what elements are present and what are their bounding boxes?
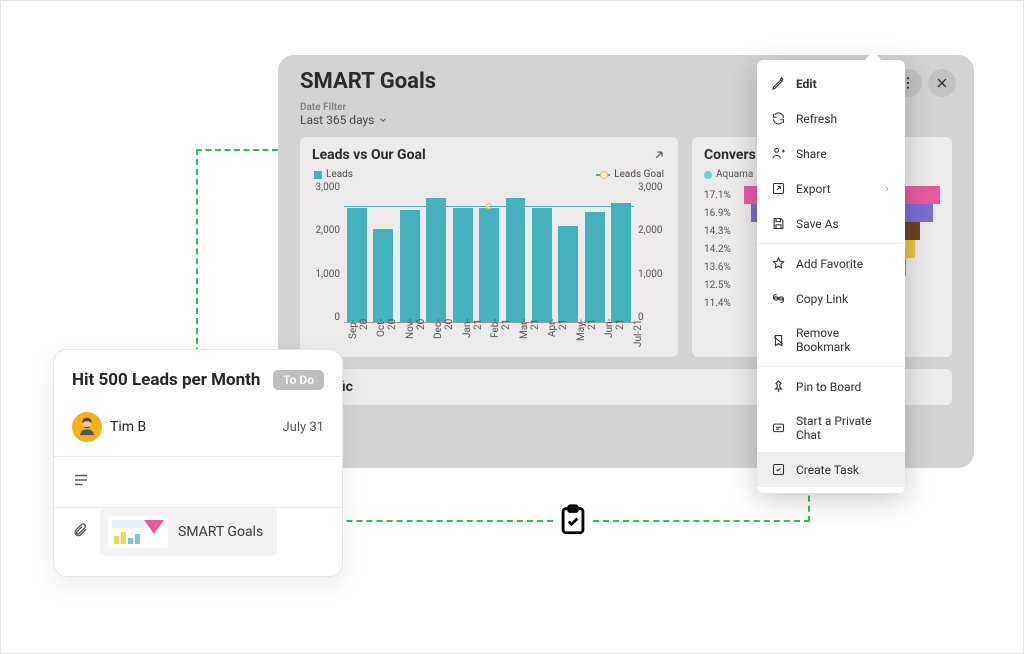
legend-swatch-bar [314,171,322,179]
link-icon [771,291,786,306]
task-clipboard-icon [553,500,593,540]
task-description-button[interactable] [54,457,342,507]
funnel-pct: 12.5% [704,280,744,291]
chart-bar [585,212,605,322]
chat-icon [771,421,786,436]
conversions-legend-item: Aquama [704,169,753,180]
share-icon [771,146,786,161]
chart-legend: Leads Leads Goal [314,169,664,180]
y-tick: 3,000 [638,182,666,193]
chart-bar [400,210,420,322]
task-attachment-chip[interactable]: SMART Goals [100,508,277,556]
pencil-icon [771,76,786,91]
goal-line [344,203,634,209]
task-assignee[interactable]: Tim B [72,412,146,442]
x-tick: Feb-21 [490,319,512,347]
chart-bar [611,203,631,322]
x-tick: Jan-21 [462,319,484,347]
chart-bar [347,208,367,322]
menu-item-start-a-private-chat[interactable]: Start a Private Chat [757,404,905,452]
save-icon [771,216,786,231]
conversions-title: Convers [704,147,756,163]
leads-chart-title: Leads vs Our Goal [312,147,426,163]
x-tick: Nov-20 [405,319,427,347]
avatar [72,412,102,442]
funnel-pct: 14.3% [704,226,744,237]
x-tick: Dec-20 [433,319,455,347]
y-tick: 2,000 [312,225,340,236]
x-tick: May-21 [576,319,598,347]
expand-icon[interactable] [652,148,666,162]
x-tick: Jul-21 [633,319,644,347]
funnel-pct: 17.1% [704,190,744,201]
leads-chart-card: Leads vs Our Goal Leads Leads Goal 3,000… [300,137,678,357]
funnel-pct: 13.6% [704,262,744,273]
funnel-pct: 14.2% [704,244,744,255]
menu-item-save-as[interactable]: Save As [757,206,905,241]
y-tick: 2,000 [638,225,666,236]
check-square-icon [771,462,786,477]
refresh-icon [771,111,786,126]
menu-item-copy-link[interactable]: Copy Link [757,281,905,316]
chevron-right-icon [883,185,891,193]
menu-item-edit[interactable]: Edit [757,66,905,101]
paperclip-icon [72,522,88,542]
chart-plot: 3,0002,0001,0000 3,0002,0001,0000 Sep-20… [312,182,666,347]
chart-bar [426,198,446,322]
x-tick: Sep-20 [348,319,370,347]
y-tick: 3,000 [312,182,340,193]
chart-bar [558,226,578,322]
menu-item-remove-bookmark[interactable]: Remove Bookmark [757,316,905,364]
menu-item-add-favorite[interactable]: Add Favorite [757,246,905,281]
menu-item-create-task[interactable]: Create Task [757,452,905,487]
x-tick: Oct-20 [376,319,398,347]
legend-swatch-line [596,174,610,176]
funnel-pct: 16.9% [704,208,744,219]
pin-icon [771,379,786,394]
menu-item-refresh[interactable]: Refresh [757,101,905,136]
task-title: Hit 500 Leads per Month [72,370,260,390]
task-status-badge[interactable]: To Do [273,370,324,390]
connector-line [593,520,810,522]
chart-bar [506,198,526,322]
chart-bar [373,229,393,322]
task-attachment-name: SMART Goals [178,524,263,540]
task-due-date: July 31 [283,420,325,435]
x-tick: Mar-21 [519,319,541,347]
attachment-thumbnail [108,516,168,548]
x-tick: Apr-21 [547,319,569,347]
date-filter-text: Last 365 days [300,113,374,127]
chart-bar [479,208,499,322]
menu-item-export[interactable]: Export [757,171,905,206]
menu-item-pin-to-board[interactable]: Pin to Board [757,369,905,404]
task-assignee-name: Tim B [110,419,146,435]
chevron-down-icon [378,115,388,125]
funnel-pct: 11.4% [704,298,744,309]
y-tick: 1,000 [638,269,666,280]
export-icon [771,181,786,196]
connector-line [196,149,278,151]
chart-bar [532,208,552,322]
y-tick: 1,000 [312,269,340,280]
star-icon [771,256,786,271]
legend-label-line: Leads Goal [614,169,664,180]
task-card[interactable]: Hit 500 Leads per Month To Do Tim B July… [53,349,343,577]
dashboard-actions-menu: EditRefreshShareExportSave As Add Favorit… [757,60,905,493]
close-button[interactable] [928,69,956,97]
bookmark-icon [771,333,786,348]
x-tick: Jun-21 [604,319,626,347]
chart-bar [453,208,473,322]
y-tick: 0 [312,312,340,323]
legend-label-bars: Leads [326,169,353,180]
menu-item-share[interactable]: Share [757,136,905,171]
